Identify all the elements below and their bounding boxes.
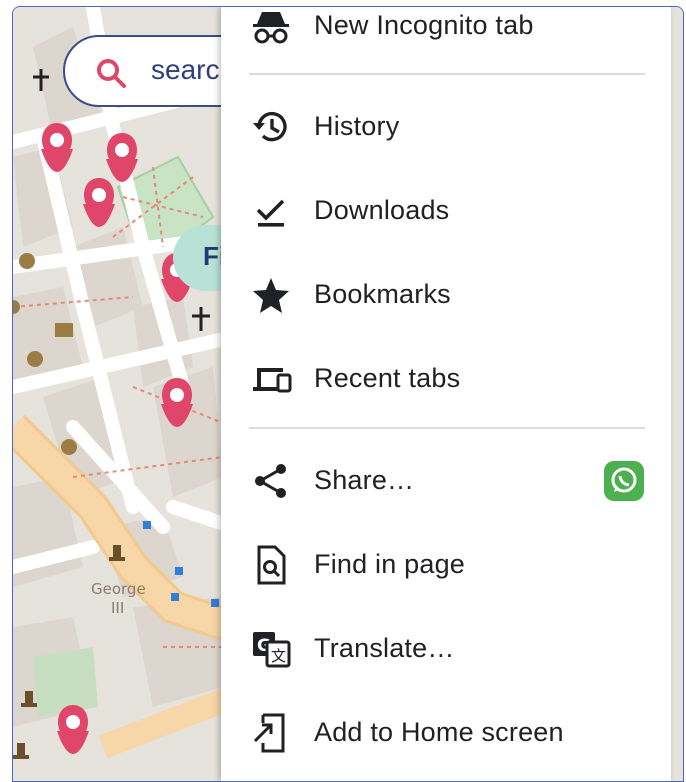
share-icon [255, 464, 286, 498]
menu-item-label: Find in page [314, 549, 466, 579]
menu-divider [249, 427, 645, 429]
search-icon [97, 59, 126, 88]
menu-item-share[interactable]: Share… [221, 445, 671, 517]
find-in-page-icon [257, 545, 286, 585]
menu-item-label: Share… [314, 465, 415, 495]
menu-item-label: Downloads [314, 195, 450, 225]
statue-label: George [91, 580, 146, 598]
menu-divider [249, 73, 645, 75]
history-icon [253, 111, 287, 142]
menu-item-label: Add to Home screen [314, 717, 564, 747]
search-placeholder: searcl [151, 54, 226, 85]
menu-item-label: Recent tabs [314, 363, 461, 393]
downloads-icon [256, 199, 285, 227]
svg-text:文: 文 [271, 647, 286, 665]
menu-item-label: New Incognito tab [314, 10, 534, 40]
statue-label-2: III [111, 599, 124, 617]
add-to-home-icon [253, 713, 285, 753]
devices-icon [253, 368, 292, 393]
menu-item-new-incognito-tab[interactable]: New Incognito tab [221, 7, 671, 62]
menu-item-find-in-page[interactable]: Find in page [221, 529, 671, 601]
star-icon [253, 278, 289, 313]
incognito-icon [253, 12, 289, 44]
menu-item-translate[interactable]: G 文 Translate… [221, 613, 671, 685]
menu-item-label: Bookmarks [314, 279, 451, 309]
menu-item-history[interactable]: History [221, 91, 671, 163]
menu-item-add-to-home-screen[interactable]: Add to Home screen [221, 697, 671, 769]
menu-item-label: Translate… [314, 633, 455, 663]
menu-item-label: History [314, 111, 400, 141]
browser-overflow-menu: New Incognito tab History Downloads Book… [221, 7, 671, 781]
menu-item-recent-tabs[interactable]: Recent tabs [221, 343, 671, 415]
menu-item-downloads[interactable]: Downloads [221, 175, 671, 247]
menu-item-bookmarks[interactable]: Bookmarks [221, 259, 671, 331]
translate-icon: G 文 [253, 632, 291, 668]
whatsapp-icon[interactable] [604, 461, 644, 501]
browser-frame: George III searcl Fi New Incognito tab H… [12, 6, 684, 782]
